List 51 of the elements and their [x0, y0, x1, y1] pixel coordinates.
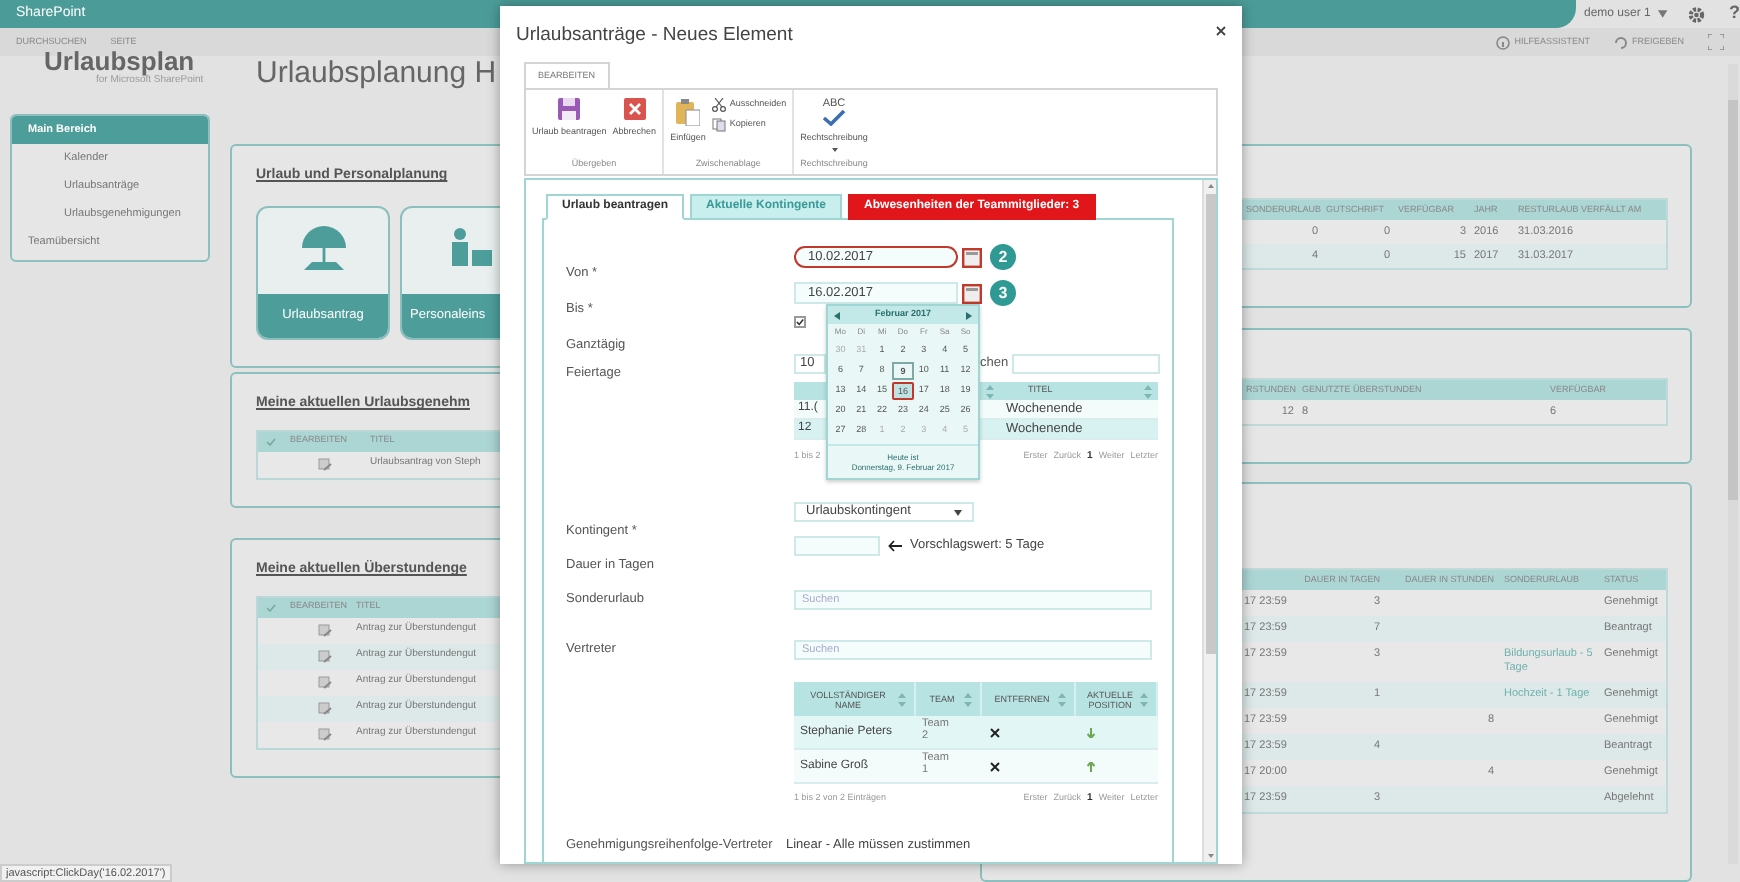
sort-icon — [896, 691, 908, 707]
arrow-down-icon[interactable] — [1086, 727, 1096, 737]
check-icon — [796, 318, 804, 326]
page-title: Urlaubsplanung H — [256, 54, 497, 94]
logo-name: Urlaubsplan — [44, 48, 195, 74]
step-badge: 3 — [990, 280, 1016, 306]
step-badge: 2 — [990, 244, 1016, 270]
settings-icon[interactable] — [1688, 5, 1705, 23]
edit-icon[interactable] — [318, 457, 332, 471]
scrollbar[interactable] — [1728, 64, 1738, 864]
save-icon — [558, 98, 581, 120]
search-field[interactable] — [1012, 354, 1161, 374]
caret-icon — [954, 509, 962, 515]
remove-icon[interactable] — [990, 727, 1000, 737]
number-field[interactable] — [794, 536, 880, 556]
arrow-up-icon[interactable] — [1086, 761, 1096, 771]
scroll-up-icon — [1207, 184, 1213, 188]
copy-icon — [711, 118, 726, 132]
edit-icon[interactable] — [318, 701, 332, 715]
cancel-icon — [623, 98, 646, 120]
caret-icon — [1658, 10, 1669, 18]
arrow-left-icon — [888, 540, 902, 552]
checkmark-icon — [822, 110, 846, 126]
edit-icon[interactable] — [318, 727, 332, 741]
check-icon — [266, 603, 276, 611]
checkbox[interactable] — [794, 316, 806, 328]
scrollbar[interactable] — [1202, 180, 1216, 862]
sort-icon — [984, 383, 996, 399]
clipboard-icon — [675, 98, 700, 126]
calendar-icon[interactable] — [962, 247, 982, 267]
sort-icon — [1056, 691, 1068, 707]
edit-icon[interactable] — [318, 649, 332, 663]
close-icon[interactable] — [1216, 26, 1226, 36]
sync-icon — [1613, 35, 1628, 49]
info-icon — [1496, 35, 1511, 49]
scroll-down-icon — [1207, 854, 1213, 858]
next-month-icon[interactable] — [965, 311, 972, 319]
edit-icon[interactable] — [318, 675, 332, 689]
caret-icon — [831, 147, 837, 152]
scissors-icon — [711, 98, 726, 112]
dialog-title: Urlaubsanträge - Neues Element — [516, 22, 793, 50]
previous-month-icon[interactable] — [834, 311, 840, 319]
sort-icon — [1138, 691, 1150, 707]
edit-icon[interactable] — [318, 623, 332, 637]
focus-icon[interactable] — [1708, 34, 1724, 50]
check-icon — [266, 437, 276, 445]
calendar-icon[interactable] — [962, 283, 982, 303]
remove-icon[interactable] — [990, 761, 1000, 771]
sort-icon — [962, 691, 974, 707]
sort-icon — [1142, 383, 1154, 399]
help-button[interactable]: ? — [1729, 0, 1740, 28]
